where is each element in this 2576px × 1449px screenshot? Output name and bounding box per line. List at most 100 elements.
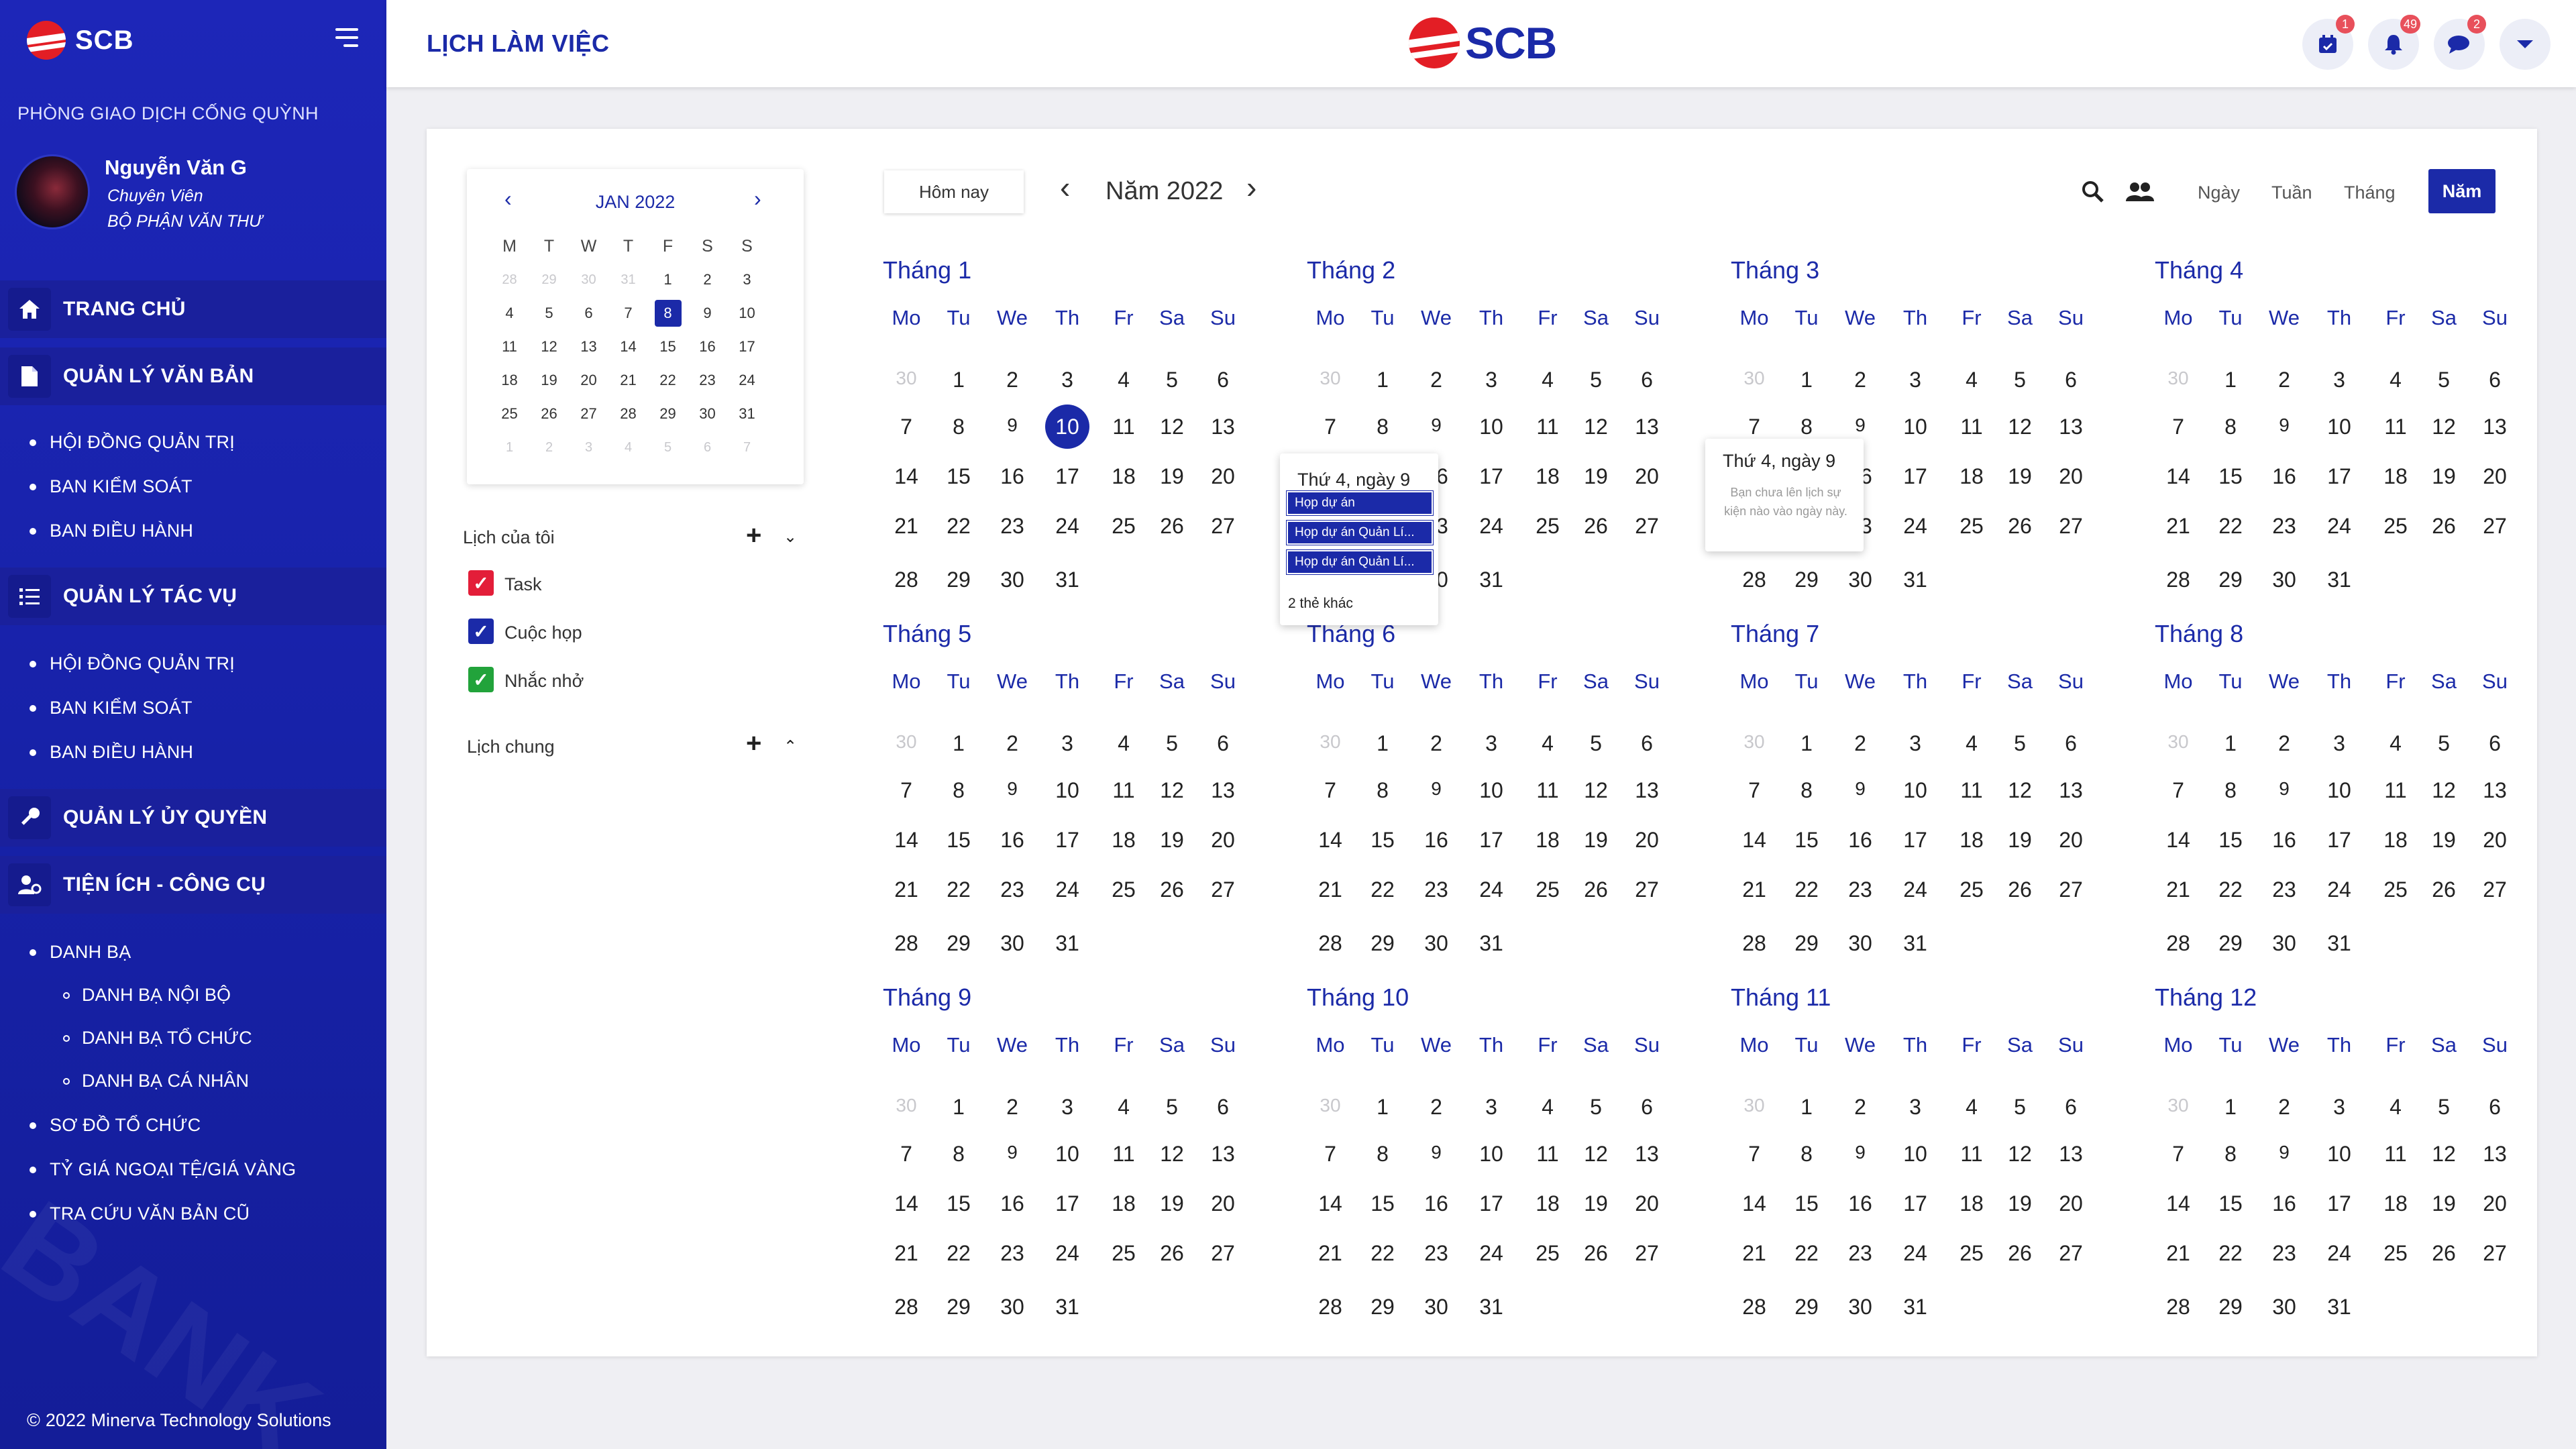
- day-cell[interactable]: 14: [883, 464, 930, 489]
- day-cell[interactable]: 17: [1468, 1191, 1515, 1216]
- day-cell[interactable]: 30: [1413, 931, 1460, 956]
- expand-shared-calendar-icon[interactable]: ⌄: [784, 735, 797, 755]
- day-cell[interactable]: 15: [2207, 1191, 2254, 1216]
- day-cell[interactable]: 1: [1783, 731, 1830, 756]
- day-cell[interactable]: 11: [1524, 778, 1571, 803]
- day-cell[interactable]: 2: [1413, 731, 1460, 756]
- day-cell[interactable]: 6: [2047, 1095, 2094, 1120]
- day-cell[interactable]: 2: [2261, 1095, 2308, 1120]
- day-cell[interactable]: 18: [1948, 1191, 1995, 1216]
- day-cell[interactable]: 22: [1783, 877, 1830, 902]
- mini-day[interactable]: 2: [529, 440, 569, 455]
- month-title[interactable]: Tháng 3: [1731, 256, 1819, 284]
- day-cell[interactable]: 22: [935, 1241, 982, 1266]
- mini-day[interactable]: 7: [727, 440, 767, 455]
- add-shared-calendar-icon[interactable]: +: [746, 729, 761, 759]
- day-cell[interactable]: 11: [1524, 415, 1571, 439]
- mini-day[interactable]: 19: [529, 372, 569, 389]
- nav-quan-ly-tac-vu[interactable]: QUẢN LÝ TÁC VỤ: [0, 568, 386, 625]
- day-cell[interactable]: 13: [1199, 1142, 1246, 1167]
- day-cell[interactable]: 9: [1413, 415, 1460, 436]
- day-cell[interactable]: 25: [1948, 514, 1995, 539]
- day-cell[interactable]: 11: [1100, 415, 1147, 439]
- day-cell[interactable]: 30: [1731, 368, 1778, 389]
- day-cell[interactable]: 23: [2261, 877, 2308, 902]
- day-cell[interactable]: 26: [1572, 1241, 1619, 1266]
- nav-subitem[interactable]: SƠ ĐỒ TỔ CHỨC: [30, 1115, 201, 1136]
- day-cell[interactable]: 19: [1572, 1191, 1619, 1216]
- day-cell[interactable]: 29: [935, 1295, 982, 1320]
- mini-day[interactable]: 12: [529, 338, 569, 356]
- day-cell[interactable]: 7: [2155, 778, 2202, 803]
- day-cell[interactable]: 27: [1199, 514, 1246, 539]
- day-cell[interactable]: 1: [1783, 368, 1830, 392]
- account-dropdown-button[interactable]: [2500, 19, 2551, 70]
- day-cell[interactable]: 8: [2207, 415, 2254, 439]
- day-cell[interactable]: 2: [1413, 1095, 1460, 1120]
- day-cell[interactable]: 29: [935, 931, 982, 956]
- day-cell[interactable]: 29: [2207, 931, 2254, 956]
- mini-day[interactable]: 4: [490, 305, 529, 322]
- day-cell[interactable]: 10: [2316, 415, 2363, 439]
- mini-day[interactable]: 26: [529, 405, 569, 423]
- day-cell[interactable]: 30: [1307, 1095, 1354, 1116]
- nav-subitem-level2[interactable]: DANH BẠ NỘI BỘ: [63, 985, 231, 1006]
- day-cell[interactable]: 31: [1892, 931, 1939, 956]
- day-cell[interactable]: 10: [2316, 778, 2363, 803]
- day-cell[interactable]: 4: [1948, 368, 1995, 392]
- day-cell[interactable]: 2: [989, 368, 1036, 392]
- day-cell[interactable]: 18: [1948, 828, 1995, 853]
- day-cell[interactable]: 20: [1199, 464, 1246, 489]
- day-cell[interactable]: 27: [1623, 877, 1670, 902]
- day-cell[interactable]: 26: [1148, 514, 1195, 539]
- day-cell[interactable]: 29: [1359, 931, 1406, 956]
- day-cell[interactable]: 24: [2316, 514, 2363, 539]
- day-cell[interactable]: 30: [2261, 568, 2308, 592]
- day-cell[interactable]: 19: [2420, 464, 2467, 489]
- day-cell[interactable]: 30: [2155, 1095, 2202, 1116]
- day-cell[interactable]: 4: [1524, 731, 1571, 756]
- mini-day[interactable]: 3: [569, 440, 608, 455]
- day-cell[interactable]: 1: [2207, 368, 2254, 392]
- day-cell[interactable]: 20: [2471, 828, 2518, 853]
- day-cell[interactable]: 31: [1468, 568, 1515, 592]
- task-checkbox[interactable]: ✓: [468, 570, 494, 596]
- day-cell[interactable]: 6: [1199, 1095, 1246, 1120]
- day-cell[interactable]: 29: [1783, 931, 1830, 956]
- day-cell[interactable]: 23: [1837, 877, 1884, 902]
- day-cell[interactable]: 7: [1307, 1142, 1354, 1167]
- day-cell[interactable]: 8: [935, 1142, 982, 1167]
- day-cell[interactable]: 25: [2372, 877, 2419, 902]
- day-cell[interactable]: 10: [1892, 1142, 1939, 1167]
- day-cell[interactable]: 13: [1623, 415, 1670, 439]
- day-cell[interactable]: 18: [2372, 464, 2419, 489]
- day-cell[interactable]: 3: [1044, 368, 1091, 392]
- day-cell[interactable]: 9: [1413, 1142, 1460, 1163]
- mini-day[interactable]: 18: [490, 372, 529, 389]
- day-cell[interactable]: 31: [1044, 568, 1091, 592]
- day-cell[interactable]: 16: [989, 828, 1036, 853]
- day-cell[interactable]: 16: [1413, 828, 1460, 853]
- day-cell[interactable]: 6: [2047, 731, 2094, 756]
- mini-day[interactable]: 25: [490, 405, 529, 423]
- day-cell[interactable]: 11: [2372, 1142, 2419, 1167]
- day-cell[interactable]: 26: [1996, 877, 2043, 902]
- day-cell[interactable]: 21: [883, 877, 930, 902]
- day-cell[interactable]: 16: [2261, 1191, 2308, 1216]
- day-cell[interactable]: 5: [1572, 368, 1619, 392]
- nav-subitem[interactable]: BAN ĐIỀU HÀNH: [30, 742, 193, 763]
- day-cell[interactable]: 6: [2471, 1095, 2518, 1120]
- day-cell[interactable]: 18: [1524, 1191, 1571, 1216]
- day-cell[interactable]: 26: [1572, 514, 1619, 539]
- day-cell[interactable]: 7: [1307, 415, 1354, 439]
- day-cell[interactable]: 6: [2471, 731, 2518, 756]
- nav-subitem[interactable]: DANH BẠ: [30, 942, 131, 963]
- day-cell[interactable]: 21: [1731, 1241, 1778, 1266]
- day-cell[interactable]: 22: [2207, 877, 2254, 902]
- day-cell[interactable]: 13: [1199, 778, 1246, 803]
- day-cell[interactable]: 3: [1468, 731, 1515, 756]
- today-cell[interactable]: 10: [1044, 405, 1091, 449]
- day-cell[interactable]: 8: [935, 778, 982, 803]
- day-cell[interactable]: 23: [989, 877, 1036, 902]
- nav-subitem[interactable]: HỘI ĐỒNG QUẢN TRỊ: [30, 653, 235, 674]
